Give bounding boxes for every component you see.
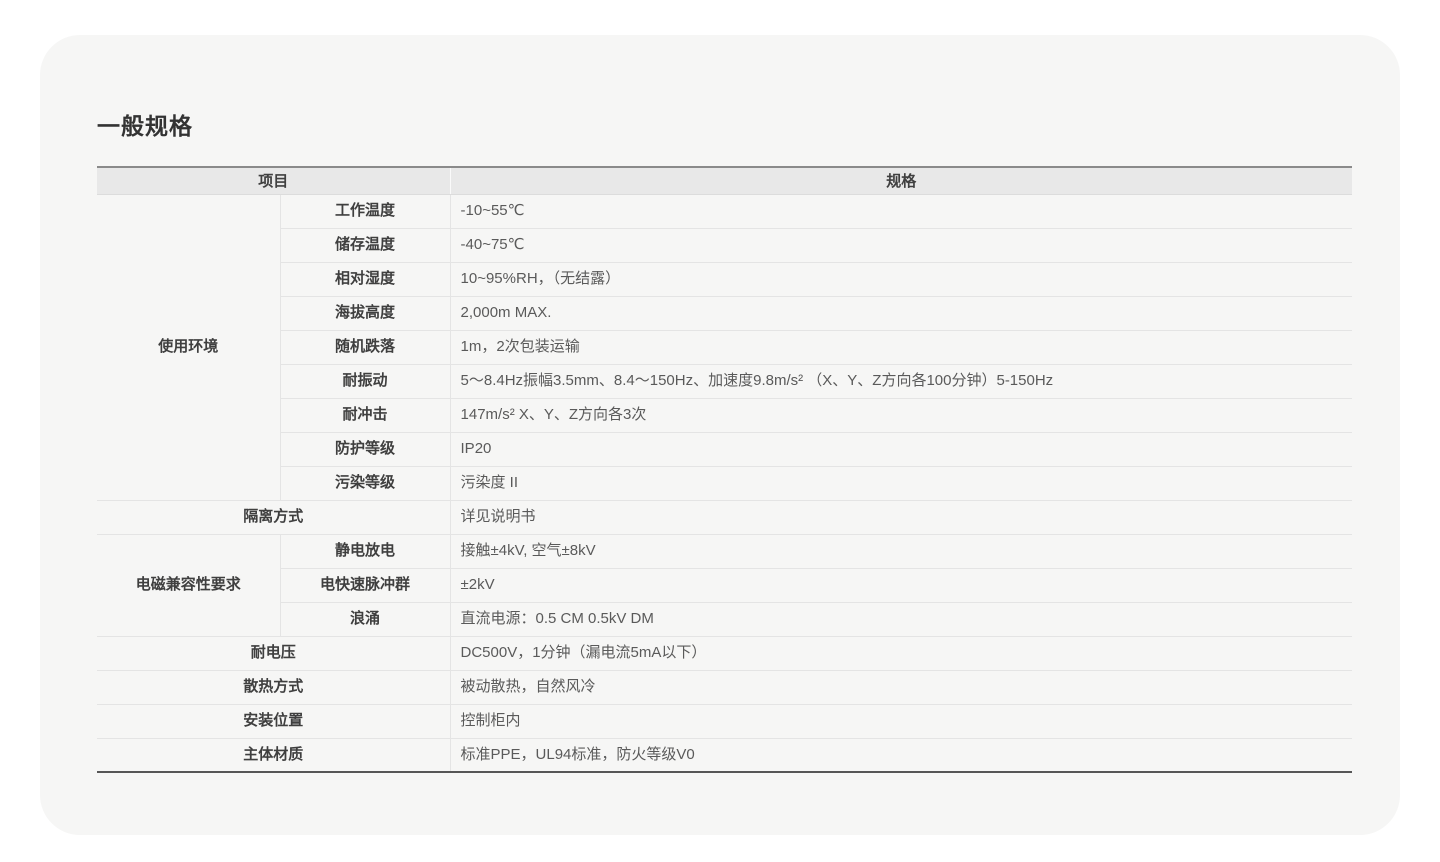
table-row: 储存温度-40~75℃ bbox=[97, 228, 1352, 262]
spec-value-cell: 5～8.4Hz振幅3.5mm、8.4～150Hz、加速度9.8m/s² （X、Y… bbox=[450, 364, 1352, 398]
table-header-row: 项目 规格 bbox=[97, 167, 1352, 194]
spec-value-cell: DC500V，1分钟（漏电流5mA以下） bbox=[450, 636, 1352, 670]
table-row: 随机跌落1m，2次包装运输 bbox=[97, 330, 1352, 364]
table-row: 浪涌直流电源：0.5 CM 0.5kV DM bbox=[97, 602, 1352, 636]
table-header: 项目 规格 bbox=[97, 167, 1352, 194]
table-row: 电磁兼容性要求静电放电接触±4kV, 空气±8kV bbox=[97, 534, 1352, 568]
table-row: 主体材质标准PPE，UL94标准，防火等级V0 bbox=[97, 738, 1352, 772]
spec-card: 一般规格 项目 规格 使用环境工作温度-10~55℃储存温度-40~75℃相对湿… bbox=[40, 35, 1400, 835]
spec-value-cell: IP20 bbox=[450, 432, 1352, 466]
item-label-cell: 静电放电 bbox=[280, 534, 450, 568]
table-row: 散热方式被动散热，自然风冷 bbox=[97, 670, 1352, 704]
item-label-cell: 污染等级 bbox=[280, 466, 450, 500]
spec-value-cell: 控制柜内 bbox=[450, 704, 1352, 738]
item-label-cell: 耐振动 bbox=[280, 364, 450, 398]
table-row: 耐冲击147m/s² X、Y、Z方向各3次 bbox=[97, 398, 1352, 432]
item-label-cell: 耐冲击 bbox=[280, 398, 450, 432]
column-header-item: 项目 bbox=[97, 167, 450, 194]
spec-value-cell: 2,000m MAX. bbox=[450, 296, 1352, 330]
item-label-cell: 浪涌 bbox=[280, 602, 450, 636]
table-row: 海拔高度2,000m MAX. bbox=[97, 296, 1352, 330]
table-row: 防护等级IP20 bbox=[97, 432, 1352, 466]
table-row: 使用环境工作温度-10~55℃ bbox=[97, 194, 1352, 228]
spec-value-cell: 直流电源：0.5 CM 0.5kV DM bbox=[450, 602, 1352, 636]
spec-value-cell: 10~95%RH，（无结露） bbox=[450, 262, 1352, 296]
item-label-cell: 隔离方式 bbox=[97, 500, 450, 534]
spec-value-cell: 接触±4kV, 空气±8kV bbox=[450, 534, 1352, 568]
spec-value-cell: 被动散热，自然风冷 bbox=[450, 670, 1352, 704]
item-label-cell: 储存温度 bbox=[280, 228, 450, 262]
item-label-cell: 安装位置 bbox=[97, 704, 450, 738]
spec-table: 项目 规格 使用环境工作温度-10~55℃储存温度-40~75℃相对湿度10~9… bbox=[97, 166, 1352, 773]
table-row: 污染等级污染度 II bbox=[97, 466, 1352, 500]
item-label-cell: 随机跌落 bbox=[280, 330, 450, 364]
table-row: 相对湿度10~95%RH，（无结露） bbox=[97, 262, 1352, 296]
item-label-cell: 散热方式 bbox=[97, 670, 450, 704]
table-row: 耐振动5～8.4Hz振幅3.5mm、8.4～150Hz、加速度9.8m/s² （… bbox=[97, 364, 1352, 398]
item-group-cell: 使用环境 bbox=[97, 194, 280, 500]
item-label-cell: 相对湿度 bbox=[280, 262, 450, 296]
column-header-spec: 规格 bbox=[450, 167, 1352, 194]
item-label-cell: 海拔高度 bbox=[280, 296, 450, 330]
spec-value-cell: -40~75℃ bbox=[450, 228, 1352, 262]
table-row: 安装位置控制柜内 bbox=[97, 704, 1352, 738]
item-label-cell: 耐电压 bbox=[97, 636, 450, 670]
spec-value-cell: 147m/s² X、Y、Z方向各3次 bbox=[450, 398, 1352, 432]
table-body: 使用环境工作温度-10~55℃储存温度-40~75℃相对湿度10~95%RH，（… bbox=[97, 194, 1352, 772]
item-label-cell: 防护等级 bbox=[280, 432, 450, 466]
spec-value-cell: ±2kV bbox=[450, 568, 1352, 602]
spec-value-cell: 1m，2次包装运输 bbox=[450, 330, 1352, 364]
table-row: 电快速脉冲群±2kV bbox=[97, 568, 1352, 602]
item-label-cell: 主体材质 bbox=[97, 738, 450, 772]
spec-value-cell: -10~55℃ bbox=[450, 194, 1352, 228]
spec-value-cell: 详见说明书 bbox=[450, 500, 1352, 534]
table-row: 隔离方式详见说明书 bbox=[97, 500, 1352, 534]
item-label-cell: 电快速脉冲群 bbox=[280, 568, 450, 602]
item-label-cell: 工作温度 bbox=[280, 194, 450, 228]
page-title: 一般规格 bbox=[97, 113, 1343, 140]
spec-value-cell: 标准PPE，UL94标准，防火等级V0 bbox=[450, 738, 1352, 772]
page: 一般规格 项目 规格 使用环境工作温度-10~55℃储存温度-40~75℃相对湿… bbox=[0, 0, 1440, 862]
table-row: 耐电压DC500V，1分钟（漏电流5mA以下） bbox=[97, 636, 1352, 670]
item-group-cell: 电磁兼容性要求 bbox=[97, 534, 280, 636]
spec-value-cell: 污染度 II bbox=[450, 466, 1352, 500]
